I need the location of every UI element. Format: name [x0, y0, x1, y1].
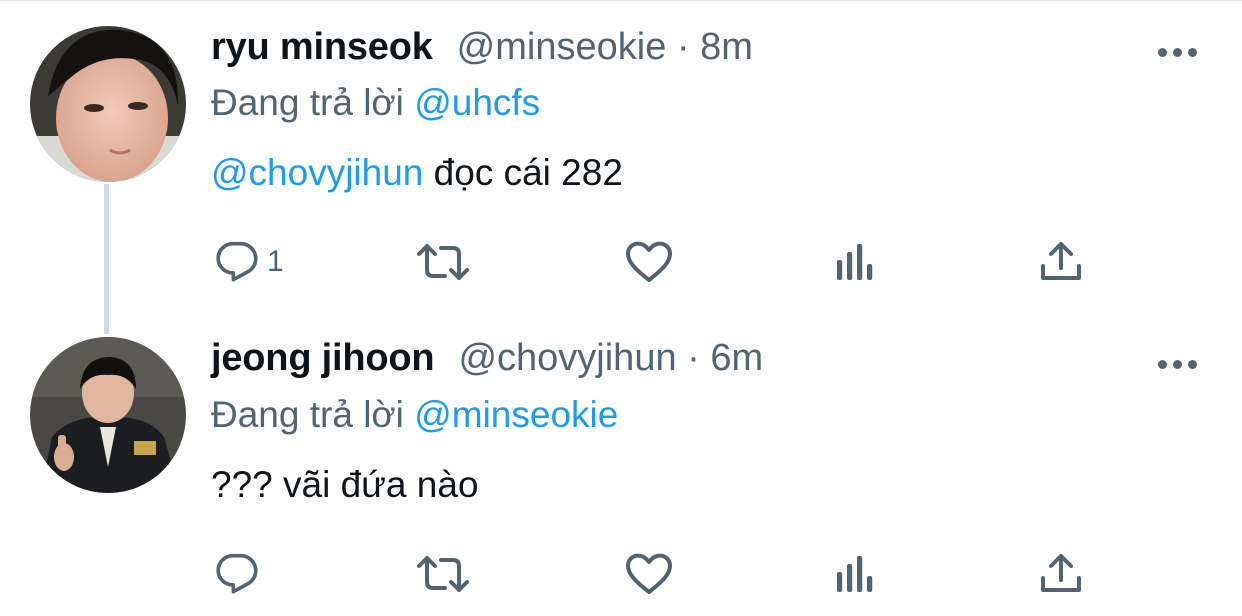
display-name[interactable]: ryu minseok: [211, 26, 433, 69]
analytics-icon: [837, 244, 873, 280]
retweet-icon: [417, 244, 469, 280]
more-options-icon[interactable]: [1158, 354, 1198, 374]
replying-to-label: Đang trả lời: [211, 394, 404, 435]
tweet-header: ryu minseok @minseokie · 8m: [211, 26, 753, 82]
replying-to-mention[interactable]: @minseokie: [414, 394, 618, 435]
share-button[interactable]: [1039, 234, 1083, 290]
reply-count: 1: [267, 245, 284, 278]
share-icon: [1041, 242, 1081, 280]
analytics-button[interactable]: [833, 234, 877, 290]
avatar[interactable]: [30, 26, 186, 182]
replying-to: Đang trả lời @uhcfs: [211, 82, 540, 124]
tweet-text: @chovyjihun đọc cái 282: [211, 152, 623, 194]
like-button[interactable]: [625, 234, 673, 290]
reply-icon: [216, 553, 258, 594]
retweet-button[interactable]: [417, 234, 469, 290]
retweet-button[interactable]: [417, 546, 469, 602]
tweet-text: ??? vãi đứa nào: [211, 464, 479, 506]
reply-icon: [216, 241, 258, 282]
avatar[interactable]: [30, 337, 186, 493]
tweet-body: đọc cái 282: [423, 152, 623, 193]
more-options-icon[interactable]: [1158, 42, 1198, 62]
like-icon: [626, 553, 672, 594]
reply-button[interactable]: [215, 546, 259, 602]
thread-connector-line: [104, 184, 109, 334]
reply-button[interactable]: 1: [215, 234, 284, 290]
share-icon: [1041, 554, 1081, 592]
tweet-header: jeong jihoon @chovyjihun · 6m: [211, 337, 763, 393]
top-divider: [0, 0, 1242, 1]
analytics-button[interactable]: [833, 546, 877, 602]
handle-and-time: @chovyjihun · 6m: [458, 337, 764, 379]
replying-to-label: Đang trả lời: [211, 82, 404, 123]
retweet-icon: [417, 556, 469, 592]
tweet-body: ??? vãi đứa nào: [211, 464, 479, 505]
analytics-icon: [837, 556, 873, 592]
share-button[interactable]: [1039, 546, 1083, 602]
like-icon: [626, 241, 672, 282]
like-button[interactable]: [625, 546, 673, 602]
replying-to: Đang trả lời @minseokie: [211, 394, 618, 436]
replying-to-mention[interactable]: @uhcfs: [414, 82, 540, 123]
tweet-actions: [211, 546, 1111, 602]
handle-and-time: @minseokie · 8m: [456, 26, 753, 68]
display-name[interactable]: jeong jihoon: [211, 337, 435, 380]
tweet-mention[interactable]: @chovyjihun: [211, 152, 423, 193]
tweet-actions: 1: [211, 234, 1111, 290]
